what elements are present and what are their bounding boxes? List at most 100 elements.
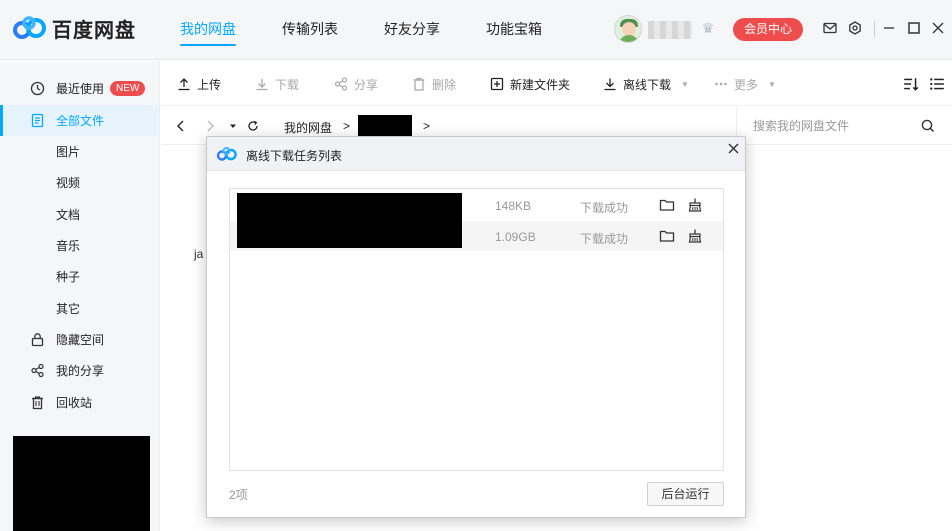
search-box bbox=[736, 107, 952, 145]
avatar[interactable] bbox=[614, 15, 642, 43]
dialog-header: 离线下载任务列表 bbox=[207, 137, 745, 171]
sidebar-item-videos[interactable]: 视频 bbox=[0, 167, 159, 198]
search-icon[interactable] bbox=[920, 118, 936, 134]
caret-down-icon bbox=[230, 124, 236, 128]
share-icon bbox=[334, 77, 348, 91]
breadcrumb-separator: > bbox=[423, 119, 431, 133]
new-folder-button[interactable]: 新建文件夹 bbox=[490, 76, 570, 92]
sidebar-item-label: 我的分享 bbox=[56, 364, 105, 378]
download-icon bbox=[256, 79, 268, 91]
sort-button[interactable] bbox=[903, 76, 919, 92]
offline-download-dialog: 离线下载任务列表 148KB 下载成功 1.09GB 下载成功 2项 后台运行 bbox=[206, 136, 746, 518]
chevron-left-icon bbox=[177, 120, 184, 132]
sidebar-item-images[interactable]: 图片 bbox=[0, 136, 159, 167]
chevron-right-icon bbox=[207, 120, 214, 132]
trash-icon bbox=[413, 77, 425, 91]
titlebar-divider bbox=[874, 21, 875, 37]
more-dots-icon bbox=[715, 82, 727, 86]
breadcrumb-root[interactable]: 我的网盘 bbox=[284, 119, 332, 136]
dialog-close-button[interactable] bbox=[725, 140, 741, 156]
delete-label: 删除 bbox=[432, 77, 457, 92]
search-input[interactable] bbox=[753, 117, 913, 135]
more-label: 更多 bbox=[734, 77, 759, 92]
upload-label: 上传 bbox=[197, 77, 222, 92]
back-button[interactable] bbox=[173, 118, 189, 134]
forward-button[interactable] bbox=[202, 118, 218, 134]
task-list: 148KB 下载成功 1.09GB 下载成功 bbox=[229, 188, 724, 471]
sidebar-item-label: 视频 bbox=[56, 176, 81, 190]
clear-basket-icon[interactable] bbox=[687, 197, 703, 213]
sidebar-item-label: 其它 bbox=[56, 302, 81, 316]
task-status: 下载成功 bbox=[580, 232, 629, 246]
share-icon bbox=[29, 363, 45, 379]
sidebar-item-label: 文档 bbox=[56, 208, 81, 222]
sidebar-item-label: 种子 bbox=[56, 270, 81, 284]
baidu-cloud-logo-icon bbox=[13, 15, 46, 39]
settings-gear-icon[interactable] bbox=[847, 20, 863, 36]
breadcrumb-folder-redacted[interactable] bbox=[358, 115, 412, 137]
new-folder-icon bbox=[490, 77, 504, 91]
close-icon bbox=[728, 143, 738, 153]
open-folder-icon[interactable] bbox=[659, 197, 675, 213]
new-folder-label: 新建文件夹 bbox=[510, 77, 571, 92]
download-icon bbox=[604, 78, 616, 91]
sidebar-item-label: 回收站 bbox=[56, 396, 93, 410]
sidebar-item-torrents[interactable]: 种子 bbox=[0, 261, 159, 292]
tab-friend-share[interactable]: 好友分享 bbox=[370, 0, 454, 60]
lock-icon bbox=[29, 332, 45, 348]
task-status: 下载成功 bbox=[580, 201, 629, 215]
sidebar-item-label: 图片 bbox=[56, 145, 81, 159]
list-view-button[interactable] bbox=[929, 76, 945, 92]
minimize-icon[interactable] bbox=[881, 20, 897, 36]
sidebar-item-documents[interactable]: 文档 bbox=[0, 199, 159, 230]
username-redacted[interactable] bbox=[648, 21, 692, 39]
sidebar-item-all-files[interactable]: 全部文件 bbox=[0, 105, 159, 136]
tab-my-disk[interactable]: 我的网盘 bbox=[166, 0, 250, 60]
sidebar-item-recent[interactable]: 最近使用 NEW bbox=[0, 73, 159, 104]
task-names-redacted bbox=[237, 193, 462, 248]
clear-basket-icon[interactable] bbox=[687, 228, 703, 244]
more-button[interactable]: 更多 ▼ bbox=[714, 76, 776, 92]
sidebar-item-recycle-bin[interactable]: 回收站 bbox=[0, 387, 159, 418]
tab-transfer-list[interactable]: 传输列表 bbox=[268, 0, 352, 60]
mail-icon[interactable] bbox=[822, 20, 838, 36]
sidebar-item-my-shares[interactable]: 我的分享 bbox=[0, 355, 159, 386]
sidebar-item-music[interactable]: 音乐 bbox=[0, 230, 159, 261]
breadcrumb-separator: > bbox=[343, 119, 351, 133]
sidebar-item-label: 隐藏空间 bbox=[56, 333, 105, 347]
title-bar: 百度网盘 我的网盘 传输列表 好友分享 功能宝箱 ♛ 会员中心 bbox=[0, 0, 952, 60]
refresh-button[interactable] bbox=[245, 118, 261, 134]
upload-button[interactable]: 上传 bbox=[177, 76, 221, 92]
download-button[interactable]: 下载 bbox=[255, 76, 299, 92]
share-button[interactable]: 分享 bbox=[334, 76, 378, 92]
sidebar-item-label: 最近使用 bbox=[56, 82, 105, 96]
window-close-icon[interactable] bbox=[930, 20, 946, 36]
offline-download-label: 离线下载 bbox=[623, 77, 672, 92]
share-label: 分享 bbox=[354, 77, 379, 92]
clock-icon bbox=[29, 81, 45, 97]
offline-download-button[interactable]: 离线下载 ▼ bbox=[603, 76, 689, 92]
history-dropdown[interactable] bbox=[225, 118, 241, 134]
vip-center-button[interactable]: 会员中心 bbox=[733, 18, 804, 41]
sort-icon bbox=[904, 78, 919, 91]
file-toolbar: 上传 下载 分享 删除 新建文件夹 离线下载 ▼ 更多 ▼ bbox=[161, 61, 952, 106]
upload-icon bbox=[178, 78, 190, 91]
dialog-title: 离线下载任务列表 bbox=[246, 149, 343, 163]
maximize-icon[interactable] bbox=[906, 20, 922, 36]
task-size: 148KB bbox=[495, 199, 532, 213]
sidebar-item-label: 音乐 bbox=[56, 239, 81, 253]
app-name: 百度网盘 bbox=[52, 20, 136, 42]
sidebar-item-others[interactable]: 其它 bbox=[0, 293, 159, 324]
open-folder-icon[interactable] bbox=[659, 228, 675, 244]
sidebar-item-hidden-space[interactable]: 隐藏空间 bbox=[0, 324, 159, 355]
main-nav: 我的网盘 传输列表 好友分享 功能宝箱 bbox=[166, 0, 574, 60]
list-view-icon bbox=[930, 78, 944, 90]
new-badge: NEW bbox=[110, 81, 146, 96]
tab-toolbox[interactable]: 功能宝箱 bbox=[472, 0, 556, 60]
run-in-background-button[interactable]: 后台运行 bbox=[647, 482, 724, 506]
document-icon bbox=[29, 113, 45, 129]
crown-icon: ♛ bbox=[701, 20, 715, 36]
download-label: 下载 bbox=[275, 77, 300, 92]
sidebar-promo-redacted[interactable] bbox=[13, 436, 150, 531]
delete-button[interactable]: 删除 bbox=[412, 76, 456, 92]
